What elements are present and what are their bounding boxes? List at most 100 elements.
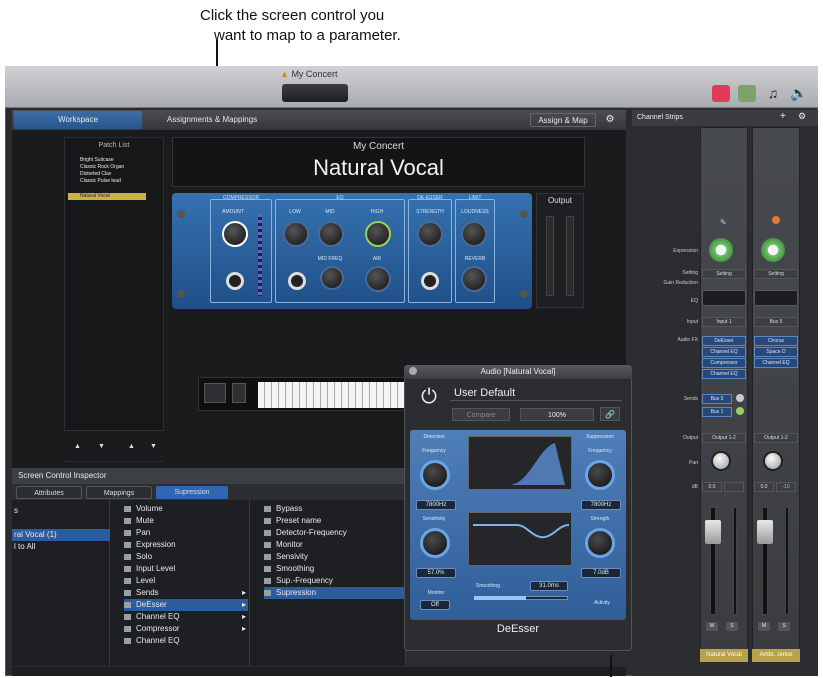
arrow-up-icon[interactable]: ▲	[74, 443, 81, 450]
tab-mappings[interactable]: Mappings	[86, 486, 152, 499]
mid-knob[interactable]	[318, 221, 344, 247]
list-item[interactable]: Input Level	[124, 563, 248, 575]
patch-list-item[interactable]: Bright Suitcase	[80, 157, 162, 164]
monitor-selector[interactable]: Off	[420, 600, 450, 610]
comp-power-button[interactable]	[226, 272, 244, 290]
lcd-display[interactable]	[282, 84, 348, 102]
list-item[interactable]: Sends ▸	[124, 587, 248, 599]
link-icon[interactable]: 🔗	[600, 407, 620, 421]
strength-value[interactable]: 7.0dB	[581, 568, 621, 578]
metronome-button[interactable]	[738, 85, 756, 102]
send-level-knob[interactable]	[736, 407, 744, 415]
mod-wheel[interactable]	[232, 383, 246, 403]
strip1-fader[interactable]	[705, 520, 721, 544]
low-knob[interactable]	[283, 221, 309, 247]
patch-list-item[interactable]: Classic Pulse lead	[80, 178, 162, 185]
list-item-selected[interactable]: ral Vocal (1)	[12, 529, 110, 541]
suppress-frequency-value[interactable]: 7800Hz	[581, 500, 621, 510]
record-button[interactable]	[712, 85, 730, 102]
patch-list-item-selected[interactable]: Natural Vocal	[68, 193, 146, 200]
list-item[interactable]: Expression	[124, 539, 248, 551]
close-icon[interactable]	[409, 367, 417, 375]
strip1-output[interactable]: Output 1-2	[702, 433, 746, 443]
send-level-knob[interactable]	[736, 394, 744, 402]
tab-assignments-mappings[interactable]: Assignments & Mappings	[144, 111, 280, 129]
smoothing-value[interactable]: 31.0ms	[530, 581, 568, 591]
list-item[interactable]: Detector-Frequency	[264, 527, 404, 539]
list-item[interactable]: Smoothing	[264, 563, 404, 575]
list-item[interactable]: Sensivity	[264, 551, 404, 563]
list-item[interactable]: Sup.-Frequency	[264, 575, 404, 587]
arrow-down-icon[interactable]: ▼	[98, 443, 105, 450]
list-item[interactable]: Channel EQ ▸	[124, 611, 248, 623]
expression-knob[interactable]	[761, 238, 785, 262]
strip1-fx-slot[interactable]: DeEsser	[702, 336, 746, 346]
loudness-knob[interactable]	[461, 221, 487, 247]
pitch-bend-wheel[interactable]	[204, 383, 226, 403]
record-enable-icon[interactable]	[772, 216, 780, 224]
air-knob[interactable]	[365, 266, 391, 292]
strip2-fader[interactable]	[757, 520, 773, 544]
preset-selector[interactable]: User Default	[450, 385, 622, 401]
list-item[interactable]: Compressor ▸	[124, 623, 248, 635]
tab-workspace[interactable]: Workspace	[14, 111, 142, 129]
strip2-fx-slot[interactable]: Space D	[754, 347, 798, 357]
pan-knob[interactable]	[711, 451, 731, 471]
mute-button[interactable]: M	[706, 622, 718, 631]
strip1-send[interactable]: Bus 1	[702, 407, 732, 417]
arrow-down-icon[interactable]: ▼	[150, 443, 157, 450]
tuner-icon[interactable]: ♫	[764, 85, 782, 102]
deesser-power-button[interactable]	[421, 272, 439, 290]
strip1-send[interactable]: Bus 5	[702, 394, 732, 404]
strip2-fx-slot[interactable]: Chorus	[754, 336, 798, 346]
expression-knob[interactable]	[709, 238, 733, 262]
sensitivity-knob[interactable]	[420, 528, 450, 558]
list-item[interactable]: l to All	[14, 541, 106, 553]
strip1-fx-slot[interactable]: Compressor	[702, 358, 746, 368]
gear-icon[interactable]: ⚙	[798, 111, 806, 122]
deesser-strength-knob[interactable]	[417, 221, 443, 247]
suppress-frequency-knob[interactable]	[585, 460, 615, 490]
piano-keys[interactable]	[258, 382, 406, 408]
list-item[interactable]: s	[14, 505, 106, 517]
list-item[interactable]: Monitor	[264, 539, 404, 551]
list-item[interactable]: Pan	[124, 527, 248, 539]
strip2-name[interactable]: Ambi...ience	[752, 649, 800, 662]
strip1-fx-slot[interactable]: Channel EQ	[702, 347, 746, 357]
mid-freq-knob[interactable]	[320, 266, 344, 290]
list-item[interactable]: Mute	[124, 515, 248, 527]
strip2-fx-slot[interactable]: Channel EQ	[754, 358, 798, 368]
horizontal-scrollbar[interactable]	[12, 667, 626, 676]
patch-list-item[interactable]: Distorted Clav	[80, 171, 162, 178]
assign-map-button[interactable]: Assign & Map	[530, 113, 596, 127]
solo-button[interactable]: S	[778, 622, 790, 631]
strip1-name[interactable]: Natural Vocal	[700, 649, 748, 662]
mute-button[interactable]: M	[758, 622, 770, 631]
power-icon[interactable]: ⏻	[418, 386, 440, 408]
gear-icon[interactable]: ⚙	[598, 111, 622, 129]
list-item[interactable]: Volume	[124, 503, 248, 515]
strength-knob[interactable]	[585, 528, 615, 558]
patch-list-item[interactable]: Classic Rock Organ	[80, 164, 162, 171]
amount-knob[interactable]	[222, 221, 248, 247]
strip1-setting[interactable]: Setting	[702, 269, 746, 279]
reverb-knob[interactable]	[461, 266, 487, 292]
tab-supression[interactable]: Supression	[156, 486, 228, 499]
strip2-setting[interactable]: Setting	[754, 269, 798, 279]
zoom-selector[interactable]: 100%	[520, 408, 594, 421]
detect-frequency-value[interactable]: 7800Hz	[416, 500, 456, 510]
strip1-input[interactable]: Input 1	[702, 317, 746, 327]
solo-button[interactable]: S	[726, 622, 738, 631]
list-item-selected[interactable]: Supression	[264, 587, 404, 599]
strip1-fx-slot[interactable]: Channel EQ	[702, 369, 746, 379]
arrow-up-icon[interactable]: ▲	[128, 443, 135, 450]
detect-frequency-knob[interactable]	[420, 460, 450, 490]
list-item[interactable]: Level	[124, 575, 248, 587]
add-icon[interactable]: +	[780, 111, 786, 122]
strip2-eq-thumbnail[interactable]	[754, 290, 798, 306]
list-item[interactable]: Solo	[124, 551, 248, 563]
sensitivity-value[interactable]: 57.0%	[416, 568, 456, 578]
list-item[interactable]: Preset name	[264, 515, 404, 527]
tab-attributes[interactable]: Attributes	[16, 486, 82, 499]
list-item[interactable]: Bypass	[264, 503, 404, 515]
